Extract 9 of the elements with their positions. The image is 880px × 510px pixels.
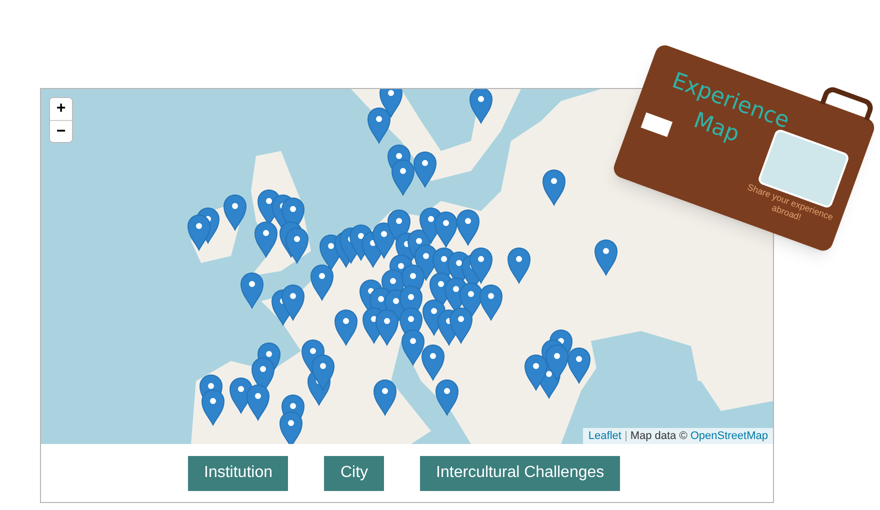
filter-button[interactable]: Institution bbox=[188, 456, 288, 490]
openstreetmap-link[interactable]: OpenStreetMap bbox=[690, 428, 768, 444]
zoom-out-button[interactable]: − bbox=[50, 120, 72, 142]
leaflet-link[interactable]: Leaflet bbox=[588, 428, 622, 444]
attribution-text: Map data © bbox=[630, 429, 688, 444]
separator-text: | bbox=[624, 429, 628, 444]
filter-button[interactable]: City bbox=[324, 456, 384, 490]
filter-button[interactable]: Intercultural Challenges bbox=[420, 456, 620, 490]
zoom-in-button[interactable]: + bbox=[50, 98, 72, 120]
